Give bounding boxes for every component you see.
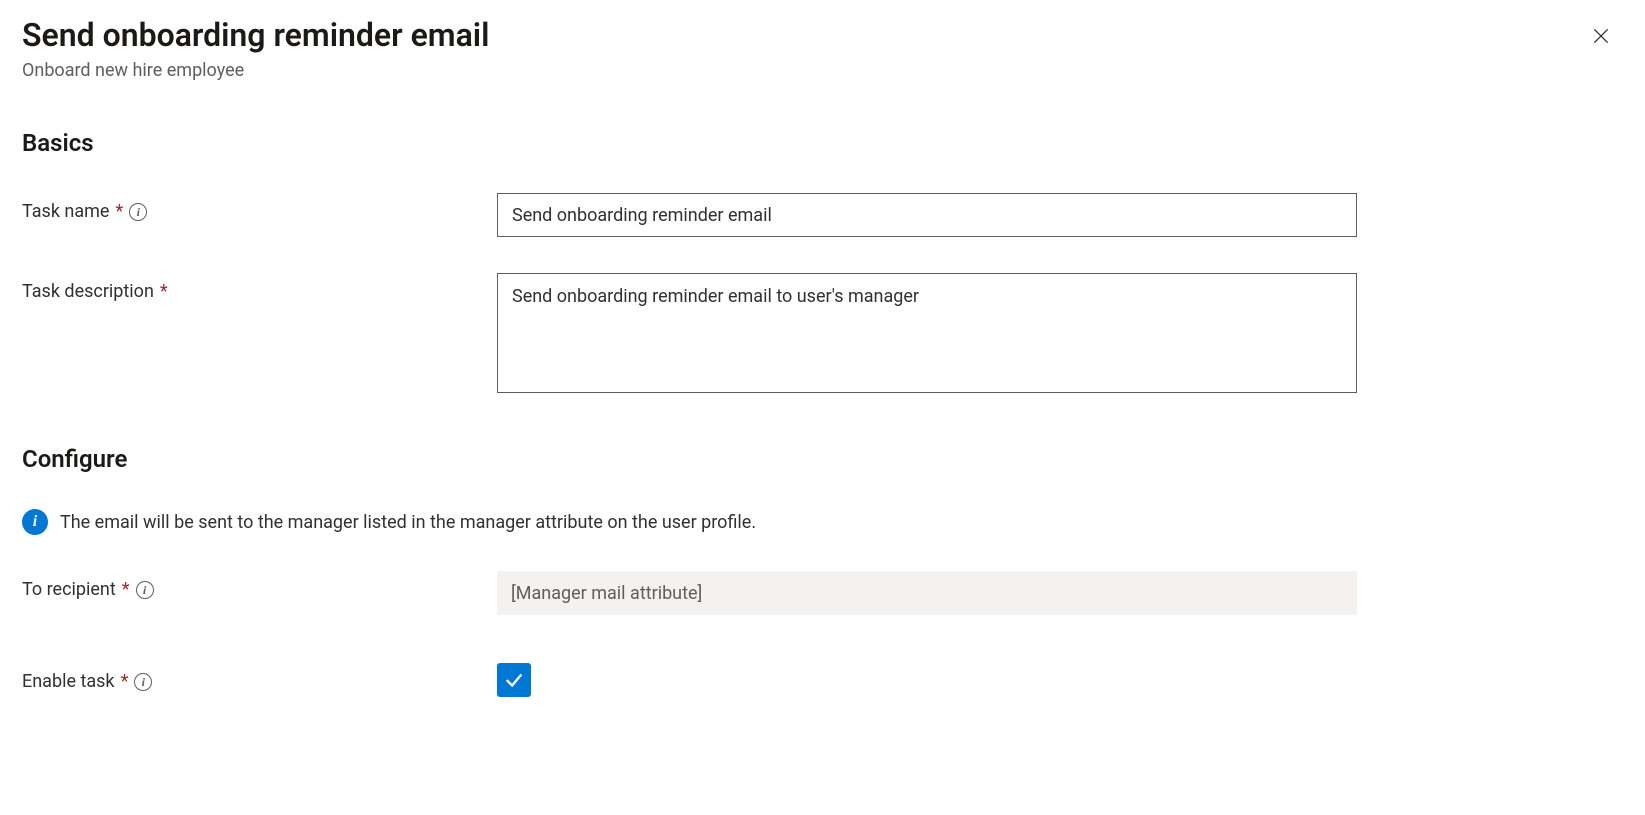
close-button[interactable] bbox=[1585, 20, 1617, 55]
required-indicator: * bbox=[121, 671, 129, 692]
to-recipient-input bbox=[497, 571, 1357, 615]
enable-task-label: Enable task bbox=[22, 671, 115, 692]
to-recipient-label: To recipient bbox=[22, 579, 116, 600]
task-name-input[interactable] bbox=[497, 193, 1357, 237]
info-icon: i bbox=[22, 509, 48, 535]
required-indicator: * bbox=[160, 281, 168, 302]
required-indicator: * bbox=[122, 579, 130, 600]
section-configure-title: Configure bbox=[22, 445, 1623, 473]
info-icon[interactable]: i bbox=[134, 673, 152, 691]
task-description-input[interactable] bbox=[497, 273, 1357, 393]
info-icon[interactable]: i bbox=[129, 203, 147, 221]
task-description-label: Task description bbox=[22, 281, 154, 302]
configure-info-text: The email will be sent to the manager li… bbox=[60, 512, 756, 533]
info-icon[interactable]: i bbox=[136, 581, 154, 599]
close-icon bbox=[1591, 26, 1611, 46]
page-title: Send onboarding reminder email bbox=[22, 16, 489, 54]
task-name-label: Task name bbox=[22, 201, 109, 222]
required-indicator: * bbox=[115, 201, 123, 222]
enable-task-checkbox[interactable] bbox=[497, 663, 531, 697]
checkmark-icon bbox=[503, 669, 525, 691]
page-subtitle: Onboard new hire employee bbox=[22, 60, 489, 81]
section-basics-title: Basics bbox=[22, 129, 1623, 157]
